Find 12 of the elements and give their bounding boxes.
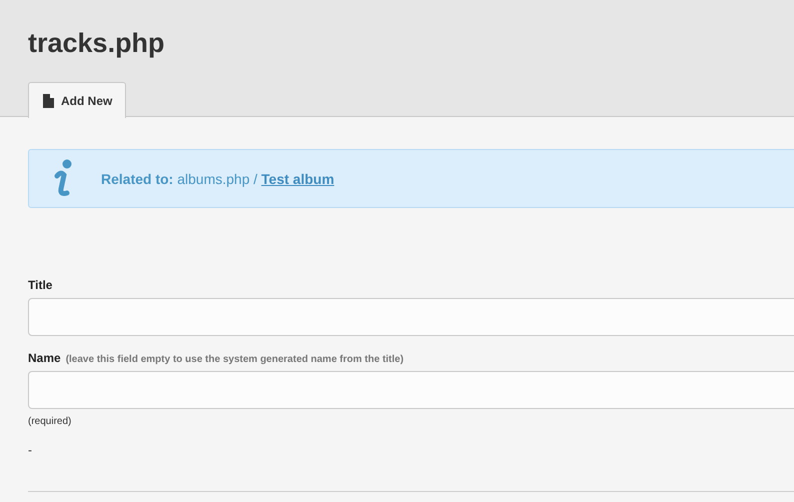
required-note: (required) <box>28 416 72 427</box>
field-label: Name <box>28 351 61 365</box>
field-hint: (leave this field empty to use the system generated name from the title) <box>66 354 404 365</box>
document-icon <box>43 94 54 108</box>
info-icon <box>53 158 73 198</box>
field-label: Title <box>28 278 52 292</box>
related-text: Related to: albums.php / Test album <box>101 170 334 186</box>
input-field[interactable] <box>28 298 794 336</box>
add-new-tab[interactable]: Add New <box>28 82 126 118</box>
input-field[interactable] <box>28 371 794 409</box>
page-title: tracks.php <box>28 27 165 60</box>
dash-text: - <box>28 443 32 457</box>
